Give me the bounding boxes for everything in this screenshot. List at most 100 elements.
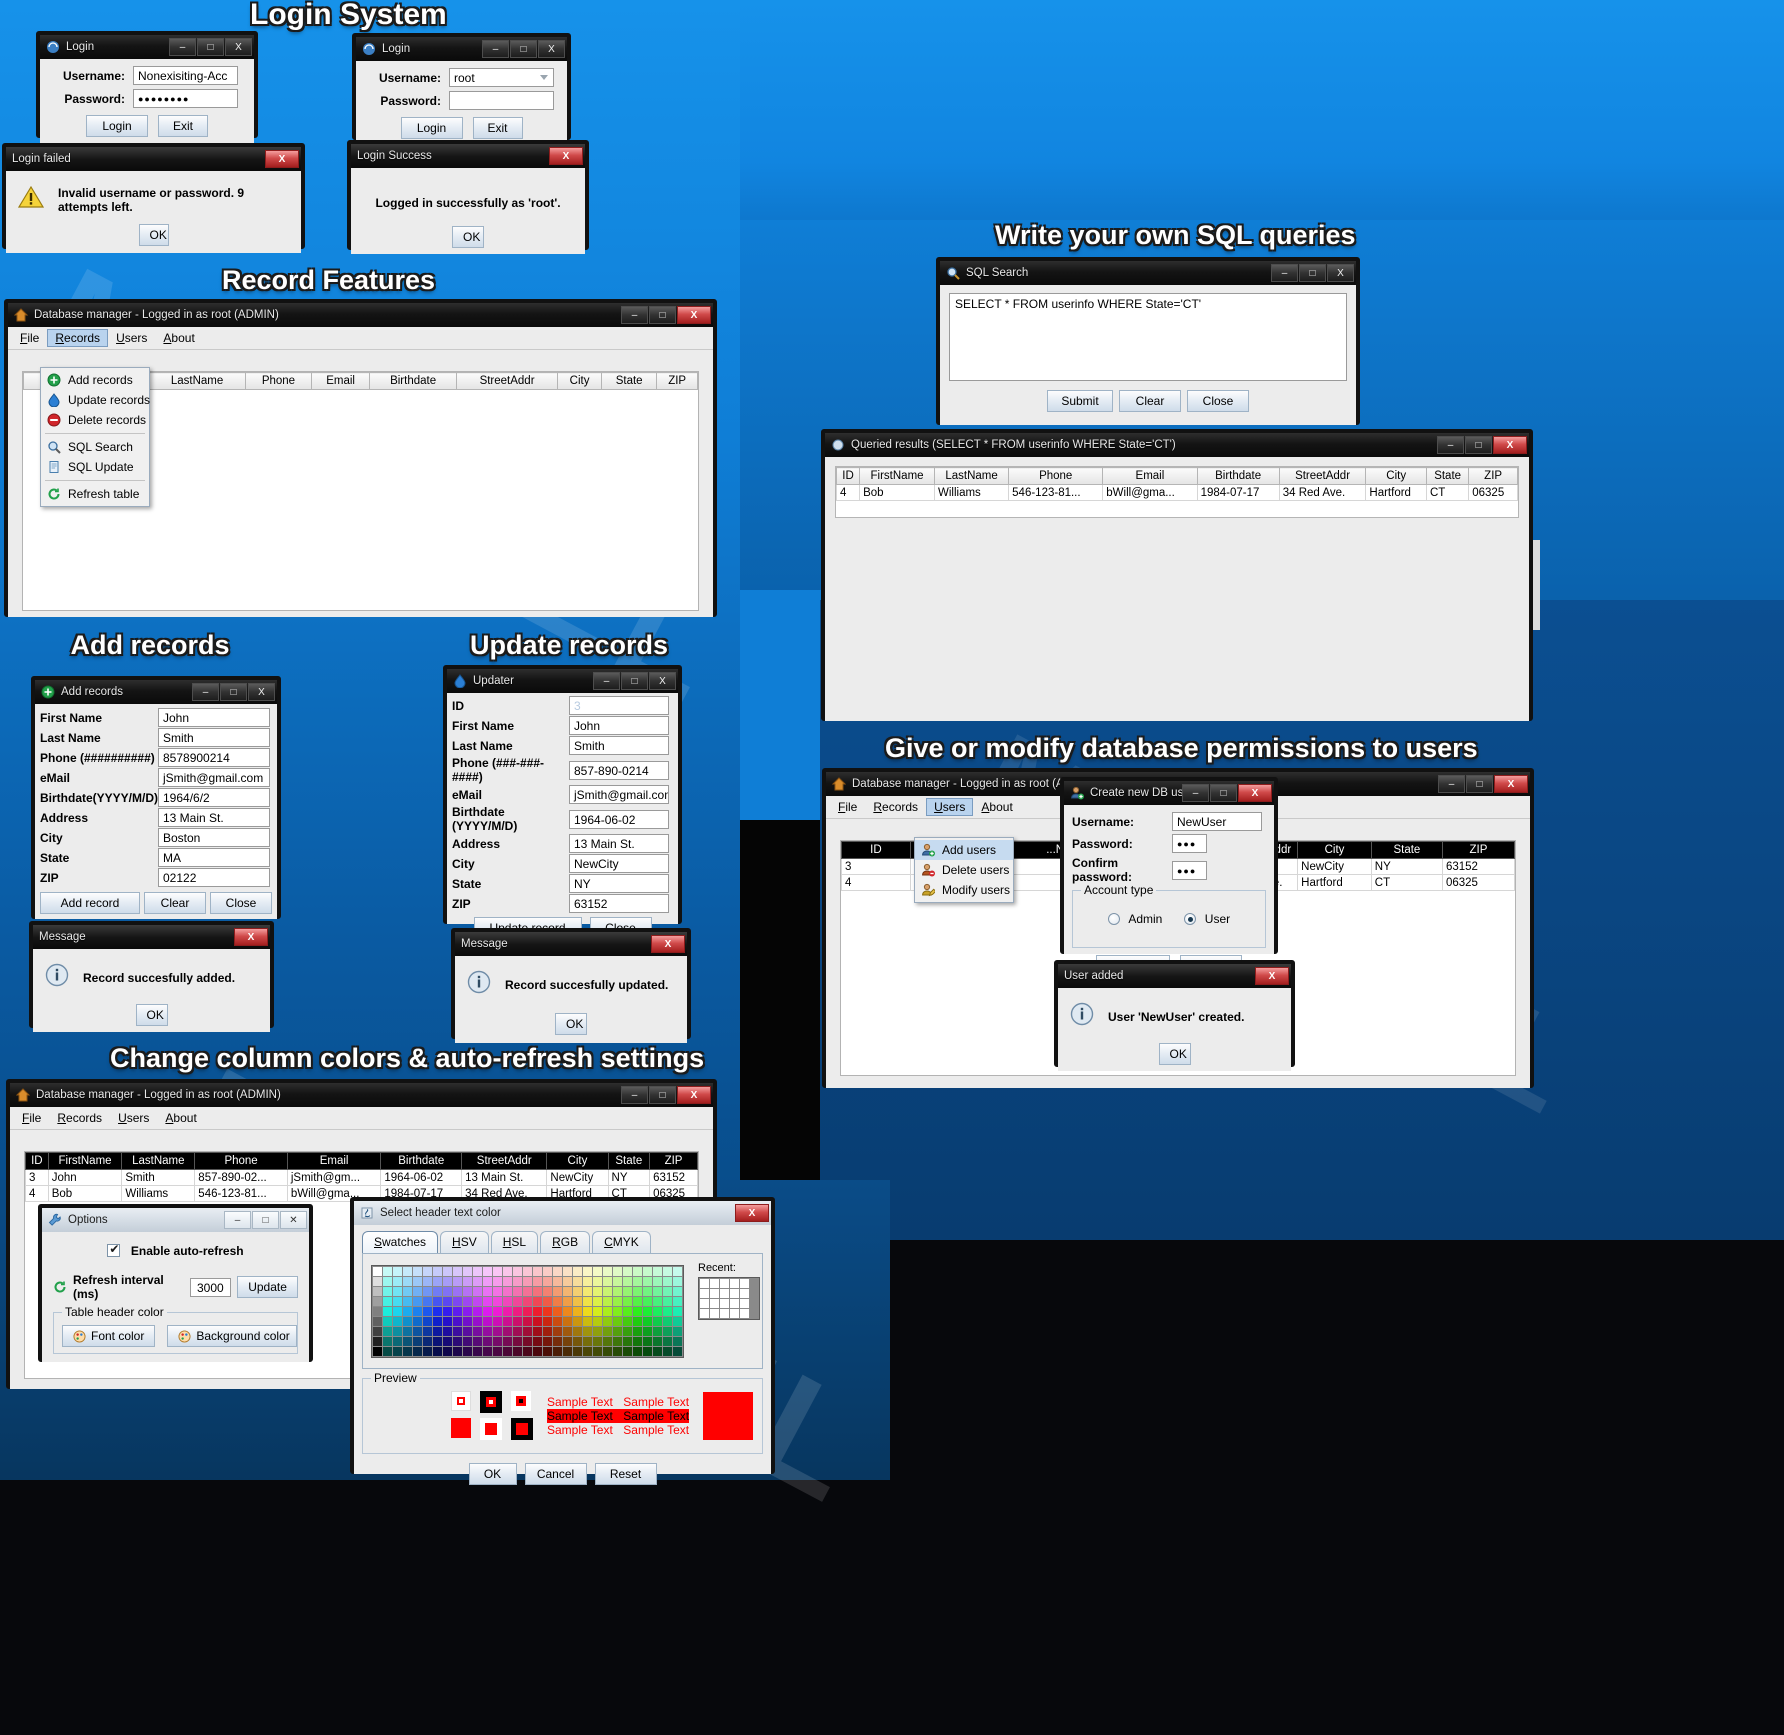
color-swatch[interactable] — [563, 1296, 572, 1306]
close-button[interactable]: X — [234, 928, 268, 946]
color-swatch[interactable] — [503, 1316, 512, 1326]
color-swatch[interactable] — [523, 1286, 532, 1296]
color-swatch[interactable] — [423, 1336, 432, 1346]
update-button[interactable]: Update — [237, 1276, 298, 1298]
color-swatch[interactable] — [643, 1296, 652, 1306]
confirm-password-input[interactable]: ●●● — [1172, 860, 1207, 880]
tab-hsv[interactable]: HSV — [440, 1231, 489, 1253]
color-swatch[interactable] — [633, 1306, 642, 1316]
color-swatch[interactable] — [433, 1346, 442, 1356]
color-swatch[interactable] — [473, 1306, 482, 1316]
password-input[interactable]: ●●●●●●●● — [133, 89, 238, 108]
color-swatch[interactable] — [613, 1266, 622, 1276]
table-cell[interactable]: 4 — [841, 874, 911, 891]
column-header[interactable]: ZIP — [1441, 841, 1516, 859]
color-swatch[interactable] — [503, 1326, 512, 1336]
color-swatch[interactable] — [403, 1306, 412, 1316]
login-button[interactable]: Login — [86, 115, 148, 137]
color-swatch[interactable] — [423, 1296, 432, 1306]
tab-hsl[interactable]: HSL — [490, 1231, 539, 1253]
color-swatch[interactable] — [593, 1266, 602, 1276]
titlebar[interactable]: SQL Search – □ X — [940, 261, 1356, 285]
menu-item-refresh-table[interactable]: Refresh table — [41, 484, 149, 504]
recent-swatch[interactable] — [700, 1289, 709, 1298]
column-header[interactable]: ZIP — [649, 1152, 698, 1170]
color-swatch[interactable] — [533, 1326, 542, 1336]
color-swatch[interactable] — [593, 1276, 602, 1286]
menu-file[interactable]: File — [830, 798, 865, 816]
col-city[interactable]: City — [557, 372, 602, 390]
color-swatch[interactable] — [653, 1326, 662, 1336]
minimize-button[interactable]: – — [482, 40, 509, 58]
color-swatch[interactable] — [623, 1336, 632, 1346]
color-swatch[interactable] — [473, 1266, 482, 1276]
column-header[interactable]: StreetAddr — [461, 1152, 548, 1170]
color-swatch[interactable] — [423, 1306, 432, 1316]
close-button[interactable]: X — [735, 1204, 769, 1222]
close-button[interactable]: X — [538, 40, 565, 58]
color-swatch[interactable] — [603, 1276, 612, 1286]
color-swatch[interactable] — [603, 1316, 612, 1326]
table-cell[interactable]: 63152 — [649, 1169, 698, 1186]
color-swatch[interactable] — [383, 1326, 392, 1336]
color-swatch[interactable] — [523, 1276, 532, 1286]
color-swatch[interactable] — [533, 1336, 542, 1346]
color-swatch[interactable] — [453, 1296, 462, 1306]
color-swatch[interactable] — [623, 1316, 632, 1326]
color-swatch[interactable] — [593, 1336, 602, 1346]
menu-records[interactable]: Records — [49, 1109, 110, 1127]
color-swatch[interactable] — [563, 1316, 572, 1326]
color-swatch[interactable] — [443, 1286, 452, 1296]
color-swatch[interactable] — [673, 1276, 682, 1286]
field-input[interactable]: 63152 — [569, 894, 669, 913]
color-swatch[interactable] — [583, 1266, 592, 1276]
color-swatch[interactable] — [643, 1346, 652, 1356]
color-swatch[interactable] — [563, 1276, 572, 1286]
color-swatch[interactable] — [403, 1266, 412, 1276]
color-swatch[interactable] — [643, 1336, 652, 1346]
color-swatch[interactable] — [613, 1286, 622, 1296]
color-swatch[interactable] — [483, 1326, 492, 1336]
color-swatch[interactable] — [433, 1316, 442, 1326]
column-header[interactable]: State — [607, 1152, 651, 1170]
color-swatch[interactable] — [503, 1286, 512, 1296]
color-swatch[interactable] — [583, 1336, 592, 1346]
color-swatch[interactable] — [493, 1326, 502, 1336]
color-swatch[interactable] — [653, 1336, 662, 1346]
column-header[interactable]: ID — [835, 467, 861, 485]
color-swatch[interactable] — [603, 1326, 612, 1336]
color-swatch[interactable] — [513, 1326, 522, 1336]
color-swatch[interactable] — [623, 1286, 632, 1296]
recent-swatch[interactable] — [720, 1309, 729, 1318]
recent-swatch[interactable] — [710, 1299, 719, 1308]
color-swatch[interactable] — [673, 1266, 682, 1276]
color-swatch[interactable] — [503, 1336, 512, 1346]
field-input[interactable]: NY — [569, 874, 669, 893]
column-header[interactable]: City — [546, 1152, 609, 1170]
menu-item-delete-records[interactable]: Delete records — [41, 410, 149, 430]
color-swatch[interactable] — [583, 1346, 592, 1356]
chevron-down-icon[interactable] — [540, 75, 548, 80]
color-swatch[interactable] — [563, 1326, 572, 1336]
color-swatch[interactable] — [383, 1316, 392, 1326]
color-swatch[interactable] — [433, 1326, 442, 1336]
titlebar[interactable]: Options – □ ✕ — [42, 1208, 309, 1232]
color-swatch[interactable] — [463, 1306, 472, 1316]
recent-swatch[interactable] — [730, 1299, 739, 1308]
col-lastname[interactable]: LastName — [147, 372, 247, 390]
auto-refresh-row[interactable]: Enable auto-refresh — [53, 1242, 298, 1260]
color-swatch[interactable] — [653, 1346, 662, 1356]
menu-item-delete-users[interactable]: Delete users — [915, 860, 1013, 880]
color-swatch[interactable] — [543, 1306, 552, 1316]
col-zip[interactable]: ZIP — [656, 372, 698, 390]
menu-about[interactable]: About — [973, 798, 1020, 816]
color-swatch[interactable] — [493, 1296, 502, 1306]
titlebar[interactable]: Add records – □ X — [35, 680, 277, 704]
color-swatch[interactable] — [473, 1326, 482, 1336]
recent-swatch[interactable] — [710, 1309, 719, 1318]
color-swatch[interactable] — [463, 1266, 472, 1276]
color-swatch[interactable] — [403, 1336, 412, 1346]
color-swatch[interactable] — [603, 1336, 612, 1346]
color-swatch[interactable] — [373, 1276, 382, 1286]
username-input[interactable]: Nonexisiting-Acc — [133, 66, 238, 85]
